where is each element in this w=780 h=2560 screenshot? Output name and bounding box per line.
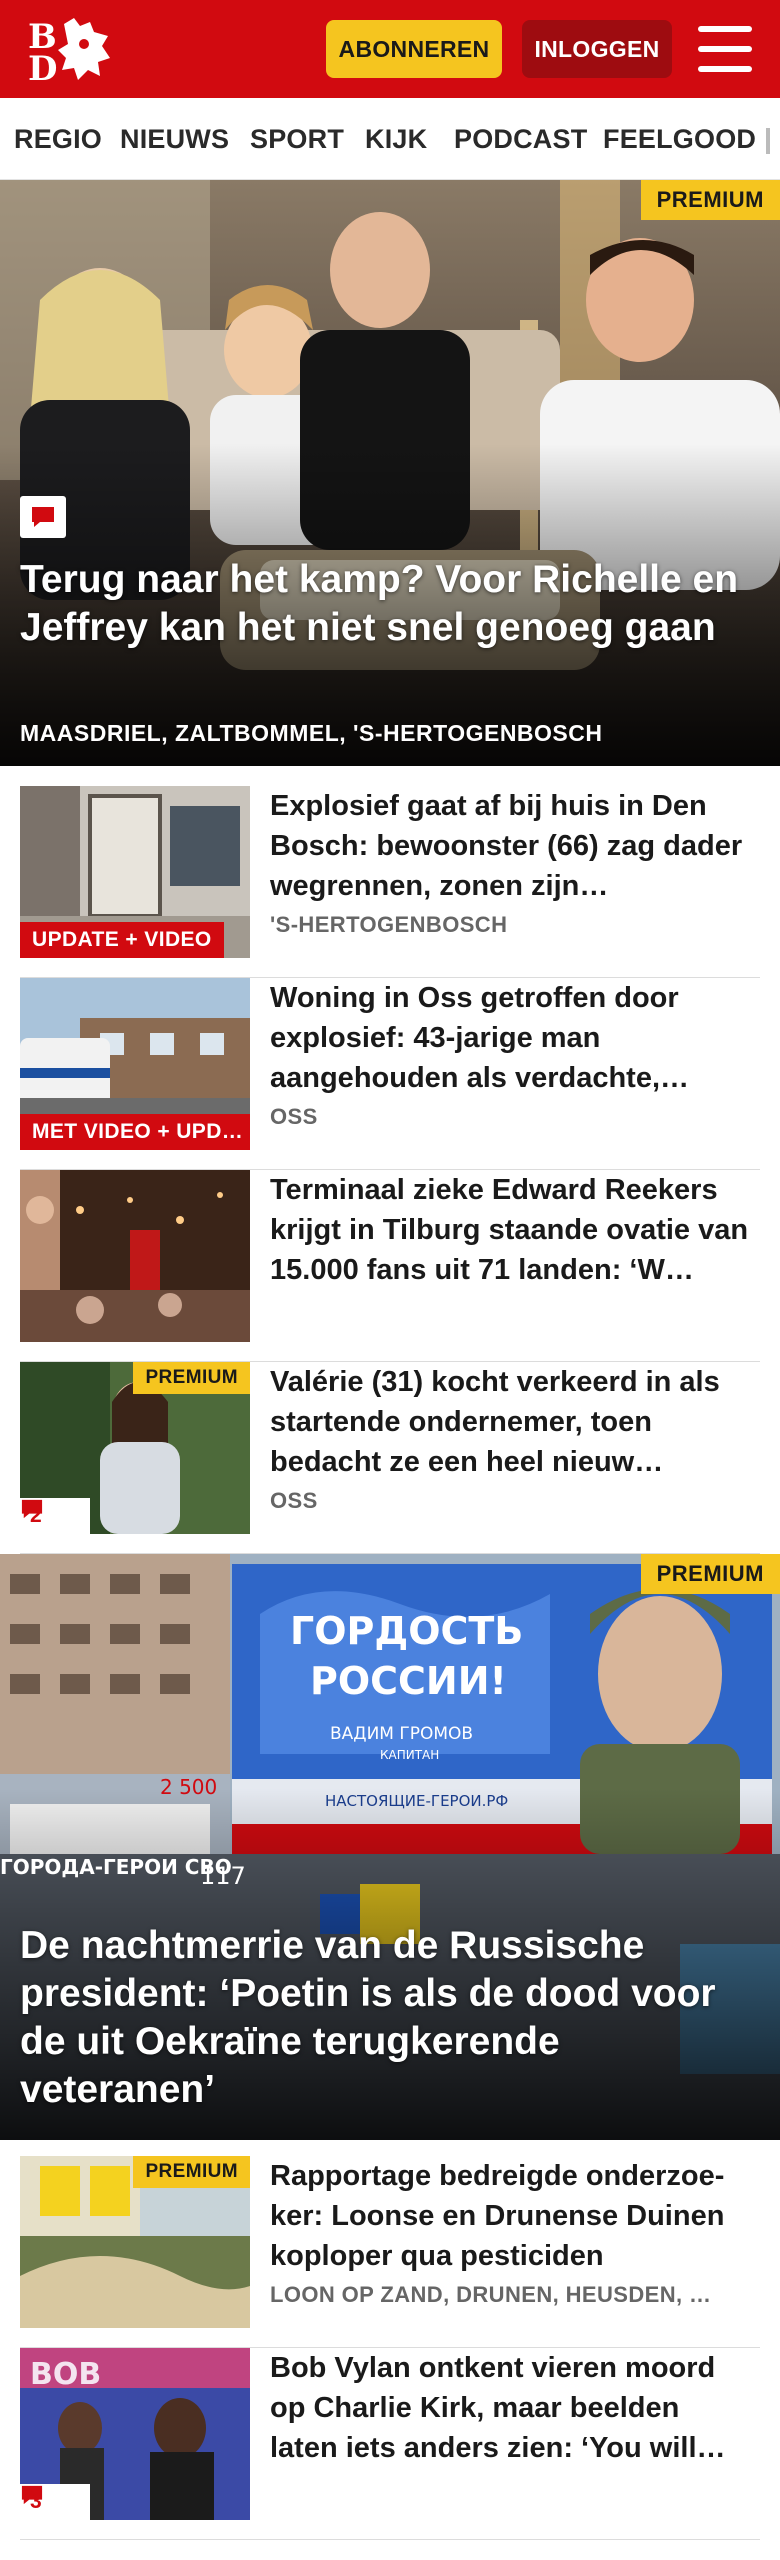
article-thumbnail	[20, 1170, 250, 1342]
svg-text:D: D	[28, 49, 57, 84]
article-thumbnail: BOB 3	[20, 2348, 250, 2520]
comment-count: 2	[20, 1498, 90, 1534]
comment-icon	[21, 2485, 43, 2505]
list-item[interactable]: PREMIUM Rapportage bedreigde onderzoe­ke…	[20, 2156, 760, 2348]
article-location: OSS	[270, 1104, 318, 1129]
article-headline[interactable]: Terminaal zieke Edward Reekers krijgt in…	[270, 1170, 750, 1290]
hero-headline[interactable]: Terug naar het kamp? Voor Richelle en Je…	[20, 556, 750, 652]
billboard-url: НАСТОЯЩИЕ-ГЕРОИ.РФ	[325, 1792, 508, 1810]
login-button[interactable]: INLOGGEN	[522, 20, 672, 78]
subscribe-button[interactable]: ABONNEREN	[326, 20, 502, 78]
comment-count: 3	[20, 2484, 90, 2520]
hamburger-icon[interactable]	[698, 26, 752, 72]
article-location: LOON OP ZAND, DRUNEN, HEUSDEN, …	[270, 2282, 712, 2307]
list-item[interactable]: UPDATE + VIDEO Explosief gaat af bij hui…	[20, 786, 760, 978]
premium-badge: PREMIUM	[133, 1362, 250, 1394]
billboard-line1: ГОРДОСТЬ	[290, 1609, 523, 1653]
article-thumbnail: PREMIUM 2	[20, 1362, 250, 1534]
bus-number: 117	[200, 1862, 246, 1890]
article-headline[interactable]: Valérie (31) kocht verkeerd in als start…	[270, 1362, 750, 1482]
article-headline[interactable]: Bob Vylan ontkent vieren moord op Charli…	[270, 2348, 750, 2468]
nav-item-kijk[interactable]: KIJK	[365, 124, 427, 155]
list-item[interactable]: PREMIUM 2 Valérie (31) kocht verkeerd in…	[20, 1362, 760, 1554]
nav-item-sport[interactable]: SPORT	[250, 124, 344, 155]
comment-icon	[21, 1499, 43, 1519]
hero-article-2[interactable]: ГОРДОСТЬ РОССИИ! ВАДИМ ГРОМОВ КАПИТАН НА…	[0, 1554, 780, 2140]
nav-item-regio[interactable]: REGIO	[14, 124, 102, 155]
article-headline[interactable]: Woning in Oss getroffen door explosief: …	[270, 978, 750, 1098]
list-item[interactable]: Terminaal zieke Edward Reekers krijgt in…	[20, 1170, 760, 1362]
nav-item-feelgood[interactable]: FEELGOOD	[603, 124, 756, 155]
nav-item-podcast[interactable]: PODCAST	[454, 124, 587, 155]
nav-overflow-divider	[766, 128, 770, 154]
premium-badge: PREMIUM	[133, 2156, 250, 2188]
hero-photo-family	[0, 180, 780, 766]
section-nav: REGIO NIEUWS SPORT KIJK PODCAST FEELGOOD	[0, 98, 780, 180]
left-sign-number: 2 500	[160, 1775, 217, 1799]
billboard-subtitle: КАПИТАН	[380, 1748, 439, 1762]
hero-headline[interactable]: De nachtmerrie van de Russische presiden…	[20, 1922, 750, 2114]
article-headline[interactable]: Rapportage bedreigde onderzoe­ker: Loons…	[270, 2156, 750, 2276]
article-thumbnail: PREMIUM	[20, 2156, 250, 2328]
premium-badge: PREMIUM	[640, 180, 780, 220]
update-video-label: UPDATE + VIDEO	[20, 922, 224, 958]
nav-item-nieuws[interactable]: NIEUWS	[120, 124, 229, 155]
article-thumbnail: UPDATE + VIDEO	[20, 786, 250, 958]
billboard-name: ВАДИМ ГРОМОВ	[330, 1724, 473, 1744]
premium-badge: PREMIUM	[640, 1554, 780, 1594]
comment-icon	[20, 496, 66, 538]
billboard-line2: РОССИИ!	[310, 1659, 507, 1703]
top-header: B D ABONNEREN INLOGGEN	[0, 0, 780, 98]
hero-location: MAASDRIEL, ZALTBOMMEL, 'S-HERTOGENBOSCH	[20, 720, 603, 746]
article-headline[interactable]: Explosief gaat af bij huis in Den Bosch:…	[270, 786, 750, 906]
bd-logo[interactable]: B D	[24, 14, 120, 89]
list-item[interactable]: BOB 3 Bob Vylan ontkent vieren moord op …	[20, 2348, 760, 2540]
article-location: 'S-HERTOGENBOSCH	[270, 912, 508, 937]
left-sign-text: ГОРОДА-ГЕРОИ СВО	[0, 1855, 232, 1879]
video-update-label: MET VIDEO + UPD…	[20, 1114, 250, 1150]
thumb-overlay-text: BOB	[30, 2357, 101, 2392]
hero-article-1[interactable]: PREMIUM Terug naar het kamp? Voor Richel…	[0, 180, 780, 766]
article-thumbnail: MET VIDEO + UPD…	[20, 978, 250, 1150]
article-location: OSS	[270, 1488, 318, 1513]
list-item[interactable]: MET VIDEO + UPD… Woning in Oss getroffen…	[20, 978, 760, 1170]
